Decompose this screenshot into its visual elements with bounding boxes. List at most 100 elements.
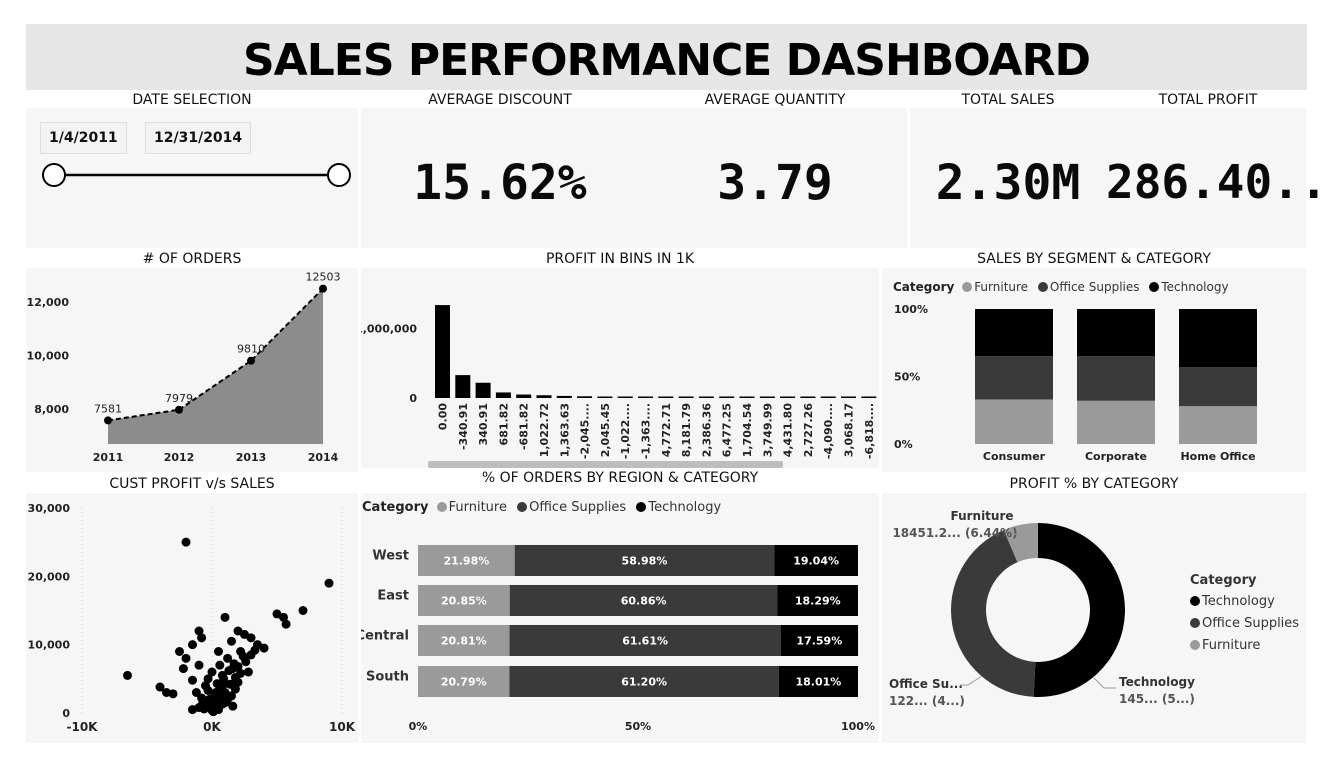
bin-bar [516, 394, 532, 398]
orders-area-chart: 8,000 10,000 12,000 7581 7979 9810 12503 2011 20… [27, 271, 341, 464]
x-tick-label: -681.82 [518, 403, 531, 450]
slider-end-handle[interactable] [327, 163, 351, 187]
donut-legend-label: Technology [1202, 594, 1275, 609]
data-label: 60.86% [621, 595, 667, 608]
profit-sales-scatter: 0 10,000 20,000 30,000 -10K 0K 10K [28, 502, 356, 734]
data-label: 19.04% [793, 555, 839, 568]
segment-bar [1179, 367, 1257, 407]
x-tick-label: -340.91 [457, 403, 470, 450]
segment-stacked-chart: 100% 50% 0% Consumer Corporate Home Office [894, 303, 1257, 463]
segment-bar [1077, 400, 1155, 444]
scatter-point [197, 693, 207, 703]
orders-point [247, 356, 255, 365]
bin-bar [780, 396, 796, 398]
scatter-point [175, 647, 184, 656]
bin-bar [617, 396, 633, 398]
donut-legend: Category Technology Office Supplies Furn… [1190, 573, 1299, 653]
x-tick-label: 3,749.99 [761, 403, 774, 457]
y-tick-label: West [372, 549, 409, 564]
avg-quantity-value: 3.79 [717, 155, 833, 211]
scatter-point [324, 578, 334, 588]
y-tick-label: 0% [894, 438, 913, 451]
scatter-point [212, 679, 222, 689]
scatter-point [168, 689, 178, 699]
data-label: 12503 [306, 271, 341, 284]
scatter-point [181, 537, 191, 547]
y-tick-label: 10,000 [27, 350, 70, 363]
scatter-point [246, 633, 256, 643]
x-tick-label: -1,363.... [640, 403, 653, 459]
bin-bar [556, 395, 572, 398]
scatter-point [208, 707, 218, 717]
segment-bar [975, 356, 1053, 400]
segment-bar [1077, 356, 1155, 401]
data-label: 61.20% [621, 676, 667, 689]
furniture-swatch-icon [1190, 640, 1200, 650]
y-tick-label: 100% [894, 303, 928, 316]
avg-discount-label: AVERAGE DISCOUNT [428, 92, 572, 108]
bin-bar [577, 396, 593, 398]
date-range-slider[interactable] [36, 158, 356, 192]
y-tick-label: East [377, 589, 409, 604]
data-label: 58.98% [622, 555, 668, 568]
data-label: 17.59% [796, 635, 842, 648]
segment-bar [1077, 309, 1155, 357]
bin-bar [841, 396, 856, 398]
data-label: 7581 [94, 402, 122, 415]
technology-swatch-icon [1190, 596, 1200, 606]
scatter-point [214, 647, 223, 656]
donut-legend-item-office-supplies[interactable]: Office Supplies [1190, 616, 1299, 631]
y-tick-label: 12,000 [27, 296, 70, 309]
x-tick-label: 10K [329, 720, 356, 734]
y-tick-label: 0 [409, 392, 417, 405]
end-date-input[interactable]: 12/31/2014 [145, 122, 252, 154]
leader-line [960, 675, 983, 686]
y-tick-label: 0 [62, 707, 70, 720]
orders-point [104, 416, 112, 425]
donut-label: Furniture [950, 509, 1013, 523]
data-label: 21.98% [443, 555, 489, 568]
data-label: 9810 [237, 343, 265, 356]
bin-bar [475, 382, 491, 398]
start-date-input[interactable]: 1/4/2011 [40, 122, 127, 154]
donut-label: Office Su... [889, 677, 963, 691]
slider-start-handle[interactable] [42, 163, 66, 187]
scatter-point [227, 636, 236, 646]
donut-legend-item-technology[interactable]: Technology [1190, 594, 1299, 609]
bin-bar [495, 392, 511, 398]
profit-bins-scrollbar[interactable] [428, 461, 783, 468]
x-tick-label: -6,818.... [863, 403, 876, 459]
donut-legend-item-furniture[interactable]: Furniture [1190, 638, 1299, 653]
bin-bar [536, 395, 552, 398]
scatter-point [259, 643, 269, 653]
scatter-point [298, 606, 308, 615]
y-tick-label: 20,000 [28, 570, 71, 583]
bin-bar [658, 396, 674, 398]
orders-title: # OF ORDERS [142, 251, 242, 267]
scatter-point [203, 674, 213, 684]
scatter-point [250, 645, 260, 655]
donut-label: 18451.2... (6.44%) [892, 526, 1017, 540]
scatter-point [188, 675, 197, 685]
y-tick-label: 8,000 [34, 403, 69, 416]
x-tick-label: 2,045.45 [599, 403, 612, 457]
x-tick-label: 4,431.80 [782, 403, 795, 458]
x-tick-label: 6,477.25 [721, 403, 734, 457]
scatter-point [238, 651, 248, 661]
y-tick-label: South [366, 670, 409, 685]
donut-slice [1033, 523, 1125, 697]
scatter-point [220, 612, 230, 622]
region-stacked-bar-chart: West 21.98% 58.98% 19.04% East 20.85% 60.86% 18… [361, 545, 875, 733]
scatter-point [181, 653, 191, 663]
bin-bar [759, 396, 775, 398]
bin-bar [820, 396, 836, 398]
scatter-point [215, 660, 225, 670]
profit-bins-title: PROFIT IN BINS IN 1K [545, 251, 695, 267]
x-tick-label: 1,363.63 [558, 403, 571, 457]
dashboard-title: SALES PERFORMANCE DASHBOARD [242, 35, 1091, 86]
x-tick-label: 1,022.72 [538, 403, 551, 457]
x-tick-label: 0% [409, 720, 428, 733]
x-tick-label: 340.91 [477, 403, 490, 445]
scatter-point [281, 619, 291, 629]
bin-bar [455, 375, 471, 398]
